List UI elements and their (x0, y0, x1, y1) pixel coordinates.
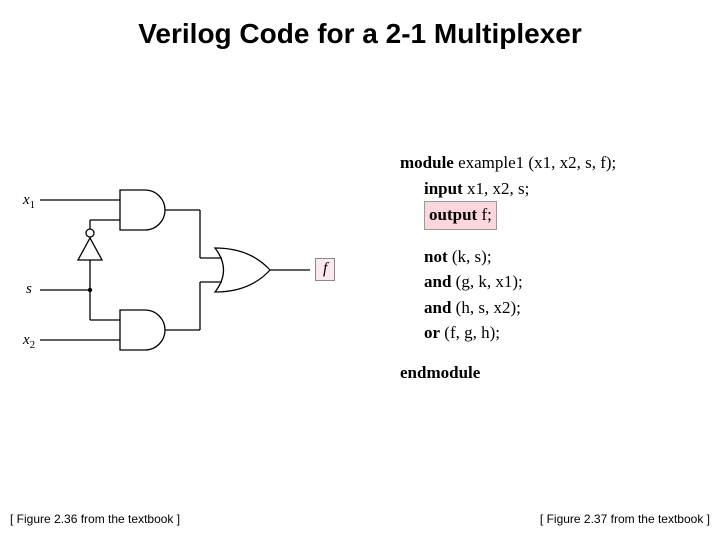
caption-right: [ Figure 2.37 from the textbook ] (540, 512, 710, 526)
code-line-not: not (k, s); (400, 244, 700, 270)
code-line-output: output f; (400, 201, 700, 230)
code-line-input: input x1, x2, s; (400, 176, 700, 202)
caption-left: [ Figure 2.36 from the textbook ] (10, 512, 180, 526)
label-x2: x2 (23, 332, 35, 351)
code-line-or: or (f, g, h); (400, 320, 700, 346)
label-x1: x1 (23, 192, 35, 211)
circuit-svg (20, 180, 350, 370)
code-line-endmodule: endmodule (400, 360, 700, 386)
code-line-module: module example1 (x1, x2, s, f); (400, 150, 700, 176)
label-f: f (315, 258, 335, 281)
code-line-and2: and (h, s, x2); (400, 295, 700, 321)
verilog-code: module example1 (x1, x2, s, f); input x1… (400, 150, 700, 385)
circuit-diagram: x1 x2 s f (20, 180, 350, 370)
code-line-and1: and (g, k, x1); (400, 269, 700, 295)
label-s: s (26, 281, 32, 298)
page-title: Verilog Code for a 2-1 Multiplexer (0, 18, 720, 50)
